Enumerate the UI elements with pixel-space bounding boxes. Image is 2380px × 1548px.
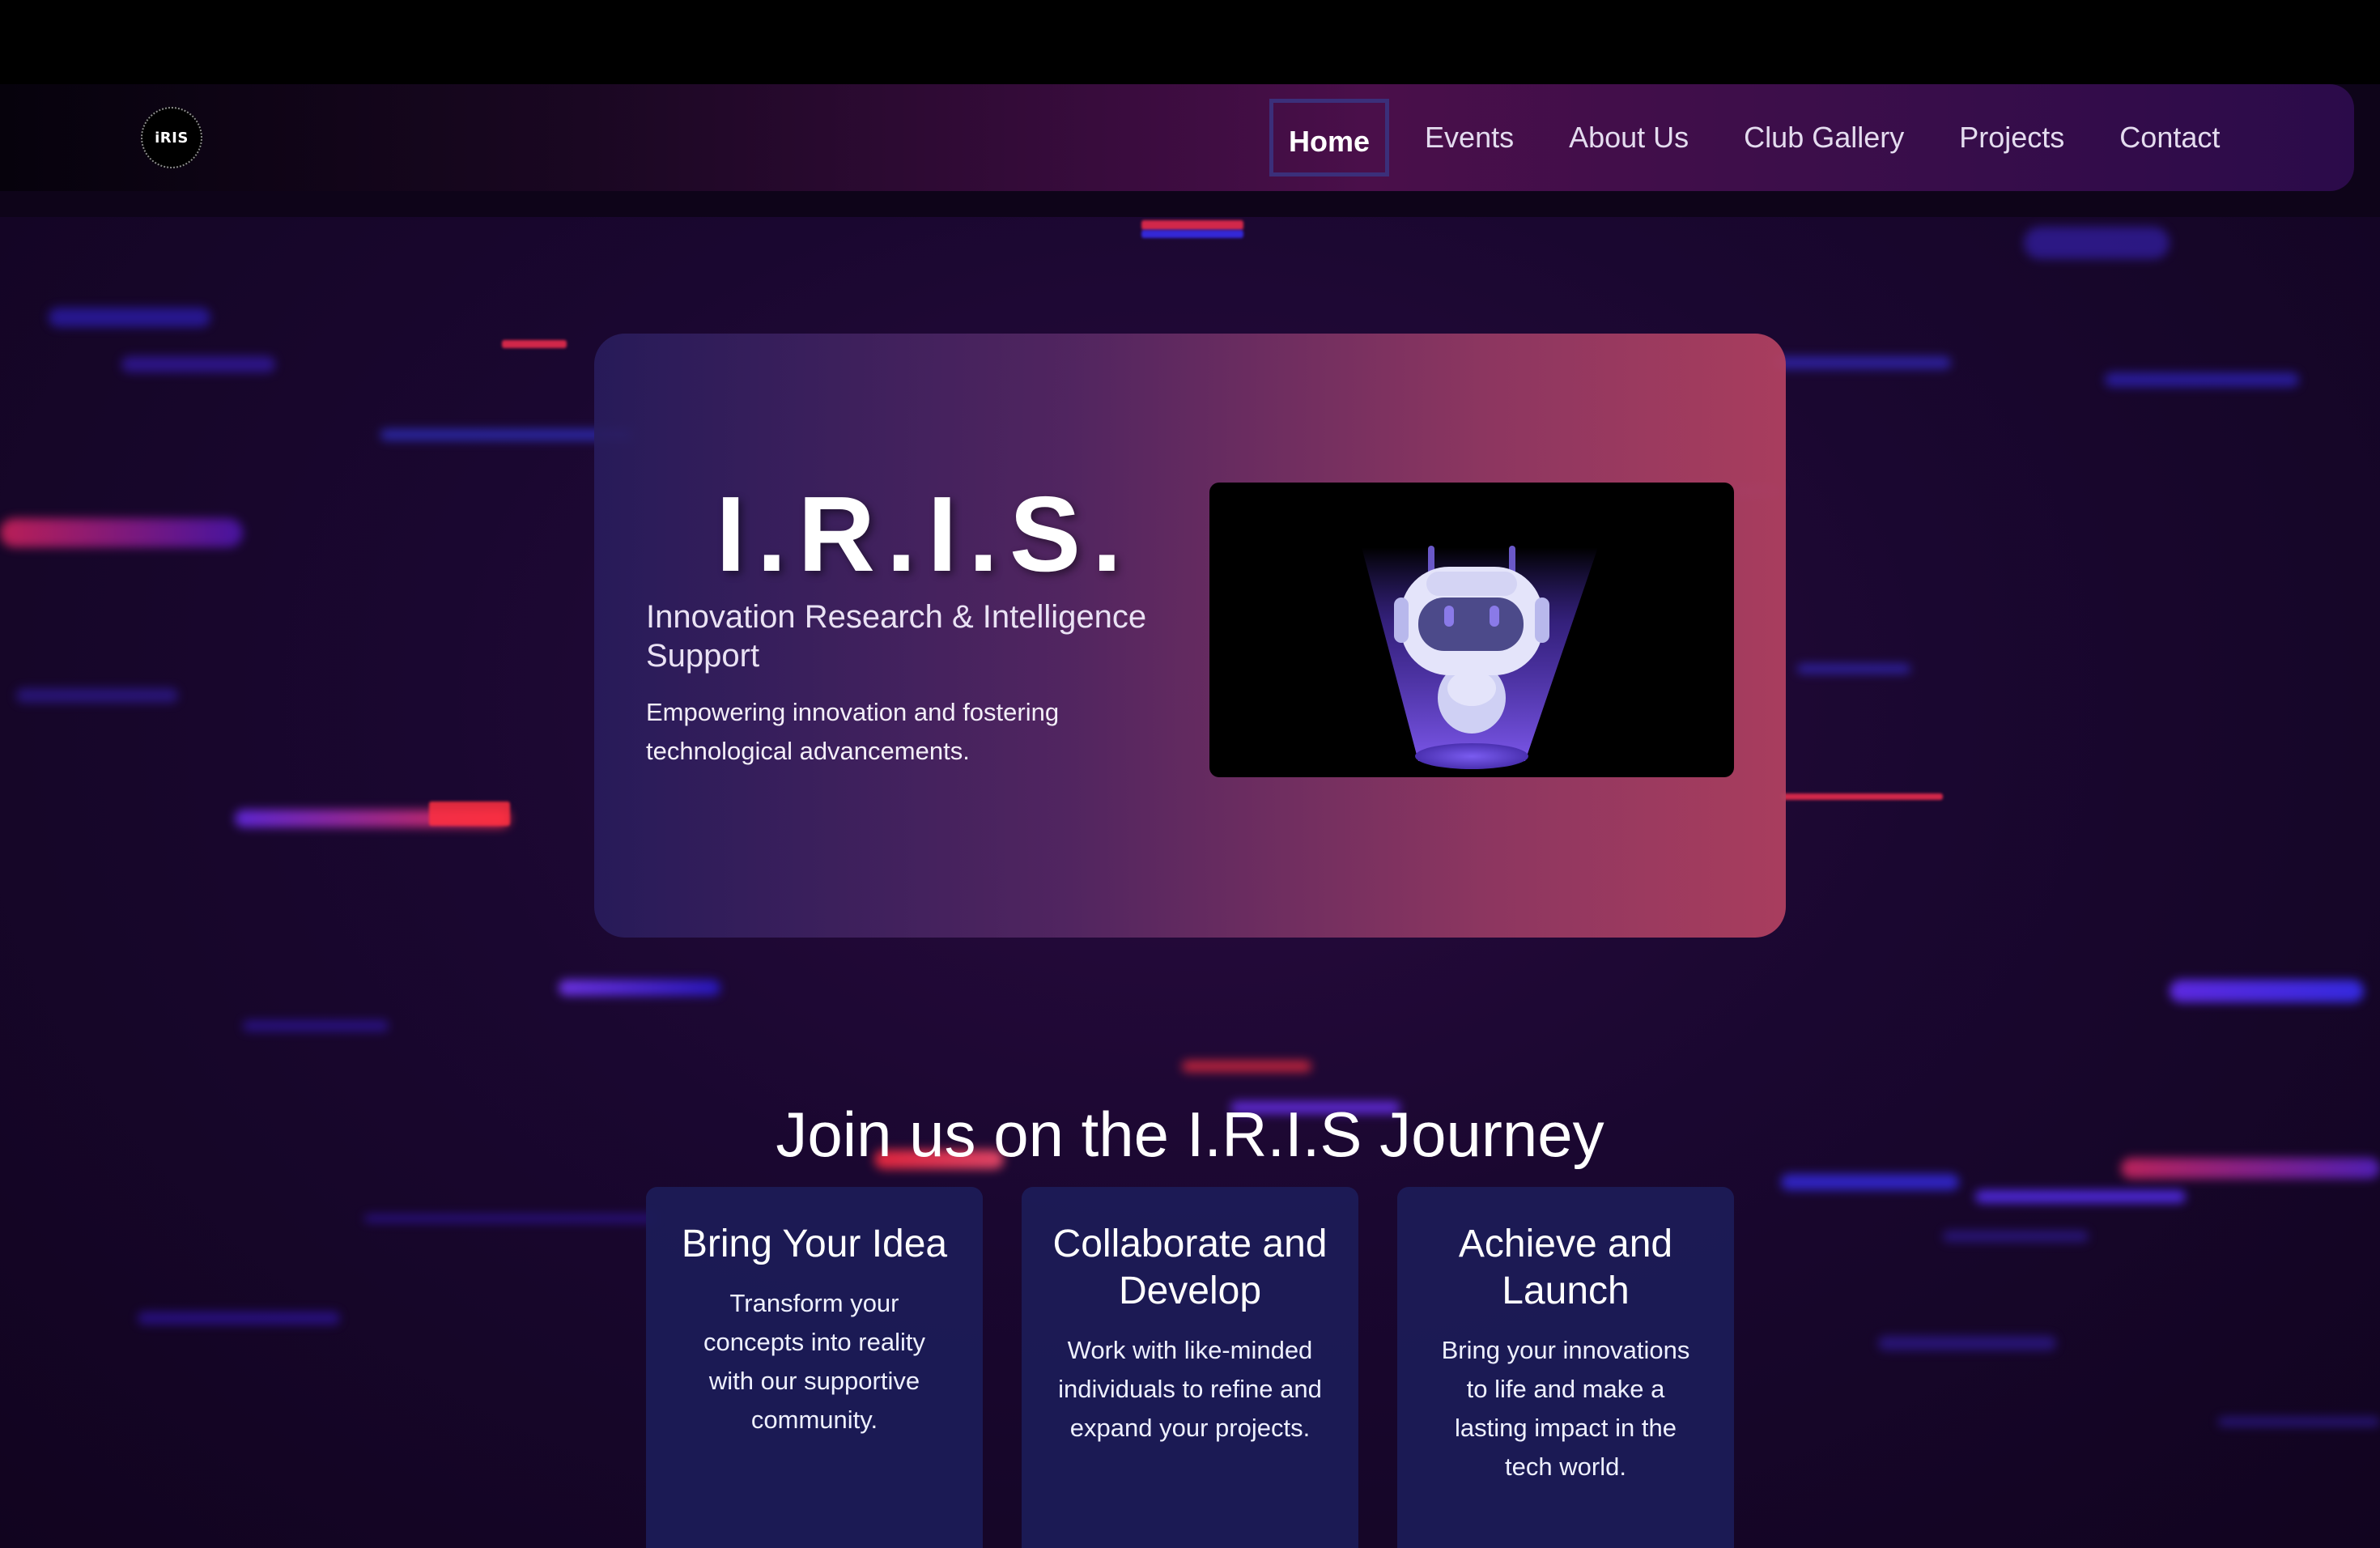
nav-projects[interactable]: Projects (1940, 99, 2084, 176)
journey-title: Join us on the I.R.I.S Journey (776, 1099, 1604, 1170)
card-title: Bring Your Idea (681, 1223, 948, 1265)
hero-title: I.R.I.S. (716, 474, 1133, 593)
hero-card: I.R.I.S. Innovation Research & Intellige… (594, 334, 1786, 938)
nav-about-us[interactable]: About Us (1549, 99, 1708, 176)
club-logo[interactable]: iRIS (141, 107, 202, 168)
card-text: Bring your innovations to life and make … (1441, 1336, 1690, 1481)
card-title: Collaborate and Develop (1052, 1223, 1328, 1312)
card-title: Achieve and Launch (1458, 1223, 1673, 1312)
top-black-bar (0, 0, 2380, 84)
hero-robot-image (1209, 483, 1734, 777)
nav-home[interactable]: Home (1269, 99, 1390, 176)
hero-subtitle: Innovation Research & Intelligence Suppo… (646, 599, 1147, 674)
logo-text: iRIS (155, 129, 189, 147)
hero-description: Empowering innovation and fostering tech… (646, 698, 1060, 765)
card-text: Work with like-minded individuals to ref… (1058, 1336, 1322, 1442)
nav-events[interactable]: Events (1405, 99, 1533, 176)
journey-card-collaborate: Collaborate and Develop Work with like-m… (1022, 1187, 1358, 1548)
nav-contact[interactable]: Contact (2100, 99, 2239, 176)
robot-icon (1362, 546, 1598, 769)
nav-menu: Home Events About Us Club Gallery Projec… (1269, 96, 2255, 180)
nav-club-gallery[interactable]: Club Gallery (1724, 99, 1923, 176)
journey-card-idea: Bring Your Idea Transform your concepts … (646, 1187, 983, 1548)
page: iRIS Home Events About Us Club Gallery P… (0, 0, 2380, 1548)
card-text: Transform your concepts into reality wit… (703, 1289, 925, 1434)
journey-card-launch: Achieve and Launch Bring your innovation… (1397, 1187, 1734, 1548)
